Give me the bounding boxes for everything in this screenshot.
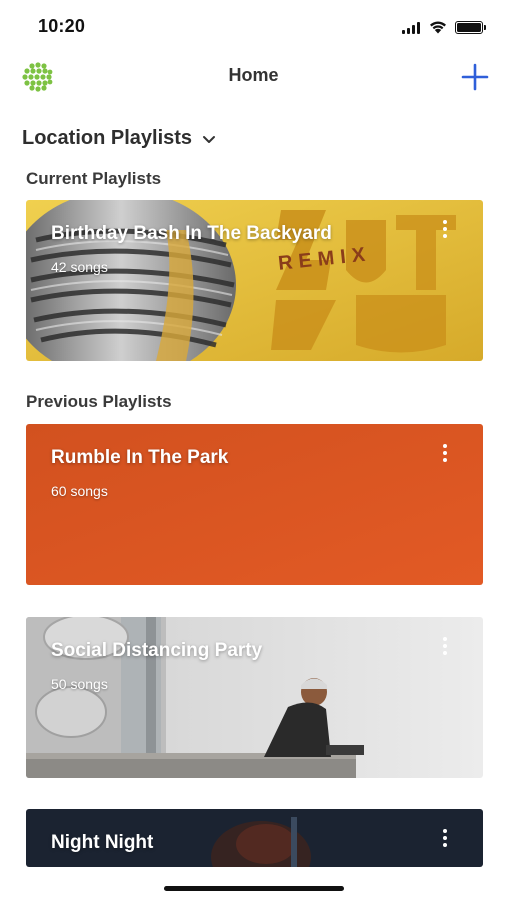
playlist-card-rumble-in-the-park[interactable]: Rumble In The Park 60 songs [26, 424, 483, 585]
previous-playlists-heading: Previous Playlists [26, 392, 172, 411]
playlist-song-count: 50 songs [51, 676, 108, 692]
add-playlist-button[interactable] [460, 62, 490, 92]
playlist-card-social-distancing-party[interactable]: Social Distancing Party 50 songs [26, 617, 483, 778]
location-selector[interactable]: Location Playlists [22, 127, 216, 150]
location-title: Location Playlists [22, 127, 193, 149]
playlist-card-night-night[interactable]: Night Night [26, 809, 483, 867]
chevron-down-icon [203, 135, 216, 143]
status-time: 10:20 [38, 16, 86, 36]
playlist-song-count: 42 songs [51, 259, 108, 275]
more-options-icon[interactable] [438, 635, 452, 657]
playlist-title: Birthday Bash In The Backyard [51, 223, 332, 244]
status-bar: 10:20 [0, 0, 507, 52]
playlist-song-count: 60 songs [51, 483, 108, 499]
playlist-title: Rumble In The Park [51, 447, 229, 468]
wifi-icon [430, 21, 446, 34]
page-title: Home [228, 65, 279, 85]
playlist-card-birthday-bash[interactable]: REMIX Birthday Bash In The Backyard 42 s… [26, 200, 483, 361]
more-options-icon[interactable] [438, 218, 452, 240]
cellular-signal-icon [402, 22, 420, 34]
battery-icon [455, 21, 483, 34]
current-playlists-heading: Current Playlists [26, 169, 162, 188]
playlist-title: Social Distancing Party [51, 640, 263, 661]
home-indicator[interactable] [164, 886, 344, 891]
more-options-icon[interactable] [438, 827, 452, 849]
more-options-icon[interactable] [438, 442, 452, 464]
playlist-title: Night Night [51, 832, 154, 853]
